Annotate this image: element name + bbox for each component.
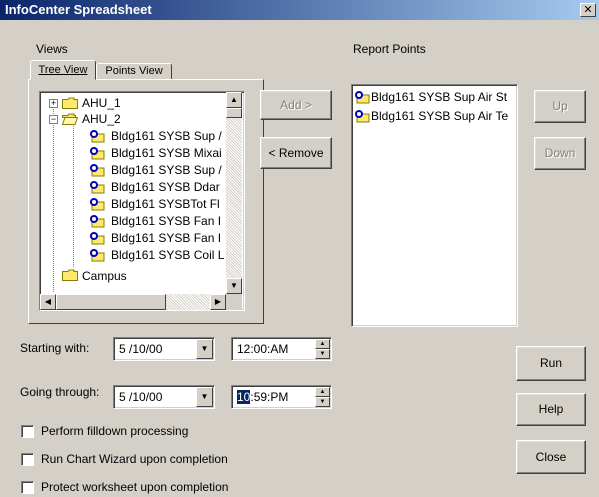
filldown-label[interactable]: Perform filldown processing xyxy=(41,424,188,438)
help-button[interactable]: Help xyxy=(516,393,586,426)
report-points-label: Report Points xyxy=(353,42,426,56)
title-bar: InfoCenter Spreadsheet ✕ xyxy=(0,0,599,20)
folder-icon xyxy=(62,269,78,281)
report-points-list[interactable]: Bldg161 SYSB Sup Air St Bldg161 SYSB Sup… xyxy=(351,84,518,327)
point-icon xyxy=(90,198,105,211)
open-folder-icon xyxy=(62,113,78,125)
add-button[interactable]: Add > xyxy=(260,90,332,120)
point-icon xyxy=(90,215,105,228)
close-window-button[interactable]: ✕ xyxy=(580,3,596,17)
end-date-value: 5 /10/00 xyxy=(119,390,163,404)
tree-item-point[interactable]: Bldg161 SYSB Sup / xyxy=(40,128,240,145)
tree-item-point[interactable]: Bldg161 SYSB Ddar xyxy=(40,179,240,196)
point-icon xyxy=(90,130,105,143)
run-button-label: Run xyxy=(539,356,562,370)
scroll-left-button[interactable]: ◀ xyxy=(40,294,56,310)
protect-worksheet-label[interactable]: Protect worksheet upon completion xyxy=(41,480,228,494)
start-time-field[interactable]: 12:00:AM ▲ ▼ xyxy=(231,337,332,361)
remove-button-label: < Remove xyxy=(268,146,324,160)
tree-item-ahu2[interactable]: − AHU_2 xyxy=(40,111,230,128)
scroll-up-button[interactable]: ▲ xyxy=(226,92,242,108)
start-time-spin-up[interactable]: ▲ xyxy=(315,339,330,349)
filldown-checkbox[interactable] xyxy=(21,425,34,438)
tab-tree-view[interactable]: Tree View xyxy=(30,60,96,80)
tree-item-label: Bldg161 SYSB Mixai xyxy=(111,146,222,160)
up-button[interactable]: Up xyxy=(534,90,586,123)
point-icon xyxy=(90,164,105,177)
tree-item-label: Bldg161 SYSB Ddar xyxy=(111,180,220,194)
tree-item-label: Bldg161 SYSBTot Fl xyxy=(111,197,220,211)
report-point-label: Bldg161 SYSB Sup Air St xyxy=(371,90,508,104)
end-time-hour-selected: 10 xyxy=(237,390,251,404)
tree-view[interactable]: + AHU_1 − AHU_2 Bldg161 SYSB Sup / Bldg1… xyxy=(39,91,245,311)
point-icon xyxy=(90,249,105,262)
scroll-right-button[interactable]: ▶ xyxy=(210,294,226,310)
tab-tree-view-label: Tree View xyxy=(38,64,88,76)
scroll-down-button[interactable]: ▼ xyxy=(226,278,242,294)
tree-item-point[interactable]: Bldg161 SYSB Mixai xyxy=(40,145,240,162)
scroll-thumb-horizontal[interactable] xyxy=(56,294,166,310)
end-date-combo[interactable]: 5 /10/00 ▼ xyxy=(113,385,215,409)
tree-item-label: Bldg161 SYSB Sup / xyxy=(111,129,222,143)
down-button[interactable]: Down xyxy=(534,137,586,170)
end-time-rest: :59:PM xyxy=(250,390,289,404)
start-date-value: 5 /10/00 xyxy=(119,342,163,356)
down-button-label: Down xyxy=(544,146,576,160)
views-label: Views xyxy=(36,42,68,56)
run-button[interactable]: Run xyxy=(516,346,586,381)
tab-points-view-label: Points View xyxy=(105,65,163,77)
tree-vertical-scrollbar[interactable]: ▲ ▼ xyxy=(226,92,242,294)
remove-button[interactable]: < Remove xyxy=(260,137,332,169)
expand-icon[interactable]: + xyxy=(49,99,58,108)
window-title: InfoCenter Spreadsheet xyxy=(5,2,152,17)
point-icon xyxy=(355,91,370,104)
going-through-label: Going through: xyxy=(20,385,100,399)
report-point-label: Bldg161 SYSB Sup Air Te xyxy=(371,109,509,123)
tree-item-ahu1[interactable]: + AHU_1 xyxy=(40,95,230,112)
end-date-dropdown-button[interactable]: ▼ xyxy=(196,387,213,407)
tree-item-point[interactable]: Bldg161 SYSBTot Fl xyxy=(40,196,240,213)
tree-item-point[interactable]: Bldg161 SYSB Fan I xyxy=(40,230,240,247)
report-point-item[interactable]: Bldg161 SYSB Sup Air St xyxy=(354,89,517,106)
point-icon xyxy=(90,181,105,194)
folder-icon xyxy=(62,97,78,109)
tree-item-label: Campus xyxy=(82,269,127,283)
close-button-label: Close xyxy=(535,450,567,464)
collapse-icon[interactable]: − xyxy=(49,115,58,124)
help-button-label: Help xyxy=(538,402,564,416)
tree-item-label: Bldg161 SYSB Fan I xyxy=(111,231,222,245)
tree-item-label: AHU_1 xyxy=(82,96,121,110)
tree-item-label: Bldg161 SYSB Fan I xyxy=(111,214,222,228)
end-time-field[interactable]: 10:59:PM ▲ ▼ xyxy=(231,385,332,409)
protect-worksheet-checkbox[interactable] xyxy=(21,481,34,494)
tree-item-campus[interactable]: Campus xyxy=(40,264,230,283)
point-icon xyxy=(90,232,105,245)
chart-wizard-label[interactable]: Run Chart Wizard upon completion xyxy=(41,452,228,466)
start-date-combo[interactable]: 5 /10/00 ▼ xyxy=(113,337,215,361)
tree-horizontal-scrollbar[interactable]: ◀ ▶ xyxy=(40,294,226,310)
tree-item-point[interactable]: Bldg161 SYSB Coil L xyxy=(40,247,240,264)
start-date-dropdown-button[interactable]: ▼ xyxy=(196,339,213,359)
end-time-spin-down[interactable]: ▼ xyxy=(315,397,330,407)
chart-wizard-checkbox[interactable] xyxy=(21,453,34,466)
add-button-label: Add > xyxy=(280,98,312,112)
tree-item-label: AHU_2 xyxy=(82,112,121,126)
point-icon xyxy=(355,110,370,123)
tree-item-label: Bldg161 SYSB Coil L xyxy=(111,248,225,262)
scroll-thumb[interactable] xyxy=(226,108,242,118)
up-button-label: Up xyxy=(552,99,568,113)
end-time-spin-up[interactable]: ▲ xyxy=(315,387,330,397)
scroll-corner xyxy=(226,294,242,310)
tree-item-label: Bldg161 SYSB Sup / xyxy=(111,163,222,177)
report-point-item[interactable]: Bldg161 SYSB Sup Air Te xyxy=(354,108,517,125)
starting-with-label: Starting with: xyxy=(20,341,90,355)
tree-item-point[interactable]: Bldg161 SYSB Sup / xyxy=(40,162,240,179)
start-time-spin-down[interactable]: ▼ xyxy=(315,349,330,359)
tab-points-view[interactable]: Points View xyxy=(96,63,172,79)
tree-item-point[interactable]: Bldg161 SYSB Fan I xyxy=(40,213,240,230)
start-time-value: 12:00:AM xyxy=(237,342,289,356)
end-time-value: 10:59:PM xyxy=(237,390,288,404)
close-button[interactable]: Close xyxy=(516,440,586,474)
point-icon xyxy=(90,147,105,160)
